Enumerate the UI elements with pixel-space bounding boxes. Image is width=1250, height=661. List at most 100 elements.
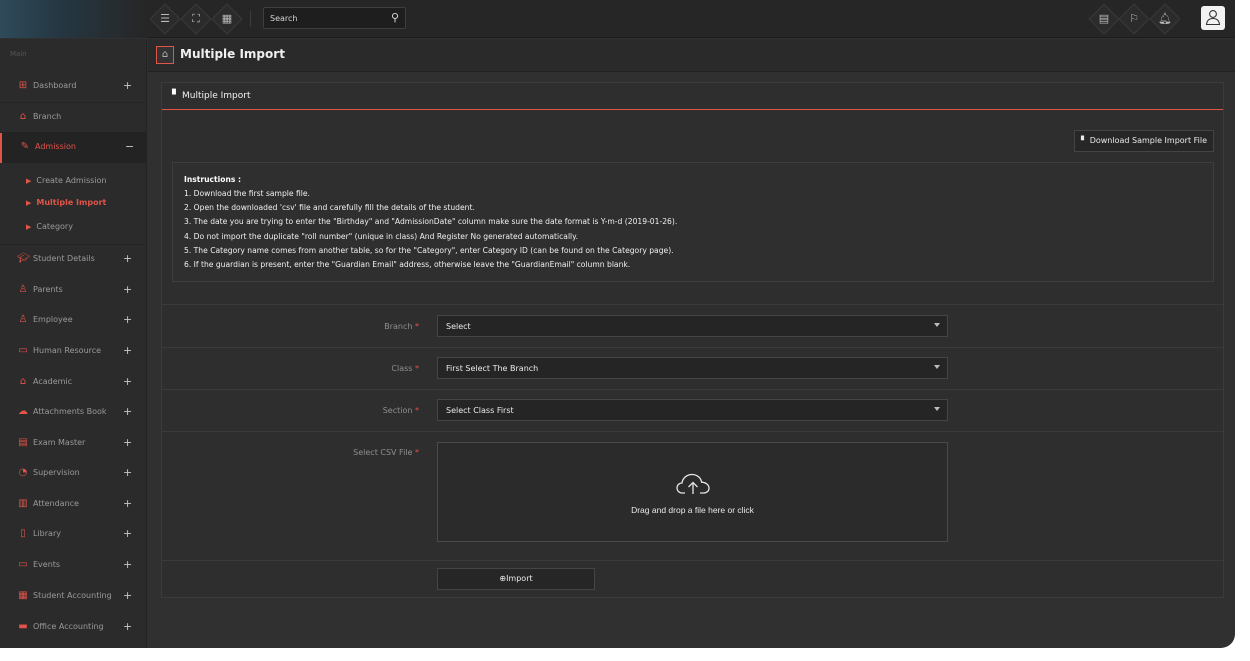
parents-icon: ♙ (18, 284, 28, 295)
expand-icon: + (123, 527, 133, 540)
subitem-label: Multiple Import (36, 198, 107, 207)
search-icon[interactable]: ⚲ (391, 11, 399, 24)
subitem-label: Category (36, 222, 73, 231)
required-mark: * (415, 364, 419, 373)
branch-select[interactable]: Select (437, 315, 948, 337)
sidebar-item-attendance[interactable]: ▥ Attendance + (0, 490, 147, 520)
section-label: Section * (162, 406, 419, 415)
download-sample-button[interactable]: ▘ Download Sample Import File (1074, 130, 1214, 152)
instruction-line: 2. Open the downloaded 'csv' file and ca… (184, 203, 475, 212)
file-icon: ▘ (172, 90, 180, 101)
page-title: Multiple Import (180, 47, 285, 61)
dropzone-message: Drag and drop a file here or click (631, 505, 754, 515)
events-icon: ▭ (18, 559, 28, 570)
class-select[interactable]: First Select The Branch (437, 357, 948, 379)
sidebar-item-exam-master[interactable]: ▤ Exam Master + (0, 429, 147, 459)
sidebar-item-attachments-book[interactable]: ☁ Attachments Book + (0, 398, 147, 428)
instruction-line: 6. If the guardian is present, enter the… (184, 260, 631, 269)
section-select[interactable]: Select Class First (437, 399, 948, 421)
page-header: ⌂ Multiple Import (148, 39, 1235, 72)
instruction-line: 1. Download the first sample file. (184, 189, 310, 198)
sidebar-item-human-resource[interactable]: ▭ Human Resource + (0, 337, 147, 367)
class-label: Class * (162, 364, 419, 373)
expand-icon: + (123, 79, 133, 92)
expand-icon: + (123, 466, 133, 479)
admission-icon: ✎ (20, 141, 30, 152)
expand-icon: + (123, 283, 133, 296)
branch-icon: ⌂ (19, 111, 27, 122)
sidebar-item-label: Attendance (33, 499, 79, 508)
branch-label-text: Branch (384, 322, 413, 331)
expand-icon: + (123, 252, 133, 265)
sidebar-item-office-accounting[interactable]: ▬ Office Accounting + (0, 613, 147, 643)
search-input[interactable] (270, 12, 380, 25)
panel-title: Multiple Import (182, 91, 251, 101)
sidebar-item-label: Attachments Book (33, 407, 107, 416)
sidebar-item-admission[interactable]: ✎ Admission − (0, 133, 147, 163)
sidebar-section-label: Main (10, 50, 27, 58)
import-panel: ▘ Multiple Import ▘ Download Sample Impo… (161, 82, 1224, 598)
sidebar-item-parents[interactable]: ♙ Parents + (0, 276, 147, 306)
branch-select-value: Select (446, 322, 471, 331)
student-accounting-icon: ▦ (18, 590, 28, 601)
sidebar-item-dashboard[interactable]: ⊞ Dashboard + (0, 72, 147, 102)
sidebar: Main ⊞ Dashboard + ⌂ Branch ✎ Admission … (0, 39, 147, 648)
sidebar-item-employee[interactable]: ♙ Employee + (0, 306, 147, 336)
download-sample-label: Download Sample Import File (1089, 136, 1208, 145)
panel-header: ▘ Multiple Import (162, 83, 1223, 110)
sidebar-subitem-category[interactable]: ▶ Category (26, 222, 73, 231)
sidebar-item-events[interactable]: ▭ Events + (0, 551, 147, 581)
sidebar-item-student-accounting[interactable]: ▦ Student Accounting + (0, 582, 147, 612)
toolbar-divider (250, 11, 251, 27)
apps-grid-icon[interactable]: ▦ (219, 11, 235, 27)
divider (162, 389, 1223, 390)
top-bar: ☰ ⛶ ▦ ⚲ ▤ ⚐ 🔔︎ (0, 0, 1235, 38)
calendar-icon[interactable]: ▤ (1096, 11, 1112, 27)
bell-icon[interactable]: 🔔︎ (1157, 11, 1173, 27)
csv-dropzone[interactable]: Drag and drop a file here or click (437, 442, 948, 542)
home-icon[interactable]: ⌂ (156, 46, 174, 64)
sidebar-item-branch[interactable]: ⌂ Branch (0, 103, 147, 133)
divider (162, 431, 1223, 432)
expand-icon: + (123, 558, 133, 571)
branch-label: Branch * (162, 322, 419, 331)
subitem-label: Create Admission (36, 176, 107, 185)
sidebar-item-label: Exam Master (33, 438, 86, 447)
sidebar-item-student-details[interactable]: 🎓︎ Student Details + (0, 245, 147, 275)
fullscreen-icon[interactable]: ⛶ (188, 11, 204, 27)
employee-icon: ♙ (18, 314, 28, 325)
expand-icon: + (123, 375, 133, 388)
sidebar-subitem-multiple-import[interactable]: ▶ Multiple Import (26, 198, 106, 207)
divider (162, 304, 1223, 305)
flag-icon[interactable]: ⚐ (1126, 11, 1142, 27)
sidebar-item-label: Academic (33, 377, 73, 386)
chevron-down-icon (934, 365, 940, 369)
sidebar-item-supervision[interactable]: ◔ Supervision + (0, 459, 147, 489)
supervision-icon: ◔ (18, 467, 28, 478)
sidebar-item-label: Employee (33, 315, 73, 324)
csv-file-label-text: Select CSV File (353, 448, 413, 457)
import-button[interactable]: ⊕Import (437, 568, 595, 590)
expand-icon: + (123, 589, 133, 602)
user-icon (1205, 10, 1221, 26)
attendance-icon: ▥ (18, 498, 28, 509)
sidebar-item-label: Student Details (33, 254, 95, 263)
student-icon: 🎓︎ (17, 253, 30, 264)
expand-icon: + (123, 313, 133, 326)
csv-file-label: Select CSV File * (162, 448, 419, 457)
sidebar-item-library[interactable]: ▯ Library + (0, 520, 147, 550)
section-select-value: Select Class First (446, 406, 514, 415)
sidebar-subitem-create-admission[interactable]: ▶ Create Admission (26, 176, 106, 185)
divider (162, 347, 1223, 348)
hr-icon: ▭ (18, 345, 28, 356)
attachments-icon: ☁ (18, 406, 28, 417)
cloud-upload-icon (676, 473, 710, 494)
dashboard-icon: ⊞ (18, 80, 28, 91)
instructions-title: Instructions : (184, 175, 242, 184)
divider (162, 560, 1223, 561)
sidebar-item-label: Student Accounting (33, 591, 112, 600)
sidebar-item-academic[interactable]: ⌂ Academic + (0, 368, 147, 398)
sidebar-item-label: Branch (33, 112, 62, 121)
menu-icon[interactable]: ☰ (157, 11, 173, 27)
user-avatar[interactable] (1201, 6, 1225, 30)
